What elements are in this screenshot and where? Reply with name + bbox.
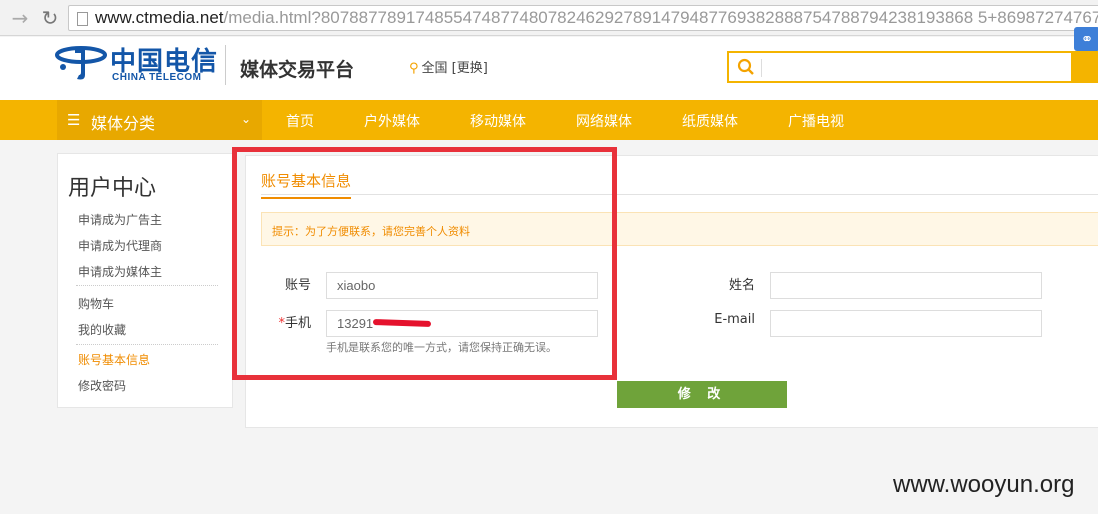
- sidebar-item-account-info[interactable]: 账号基本信息: [78, 351, 150, 368]
- address-bar[interactable]: www.ctmedia.net/media.html?8078877891748…: [68, 5, 1098, 31]
- page-icon: [77, 12, 88, 26]
- logo-divider: [225, 45, 226, 85]
- sidebar-item-favorites[interactable]: 我的收藏: [78, 321, 126, 338]
- sidebar-item-apply-agent[interactable]: 申请成为代理商: [78, 237, 162, 254]
- annotation-highlight-box: [232, 147, 617, 380]
- nav-item-outdoor[interactable]: 户外媒体: [364, 111, 420, 131]
- name-field[interactable]: [770, 272, 1042, 299]
- watermark-text: www.wooyun.org: [893, 471, 1075, 498]
- url-path: /media.html?8078877891748554748774807824…: [223, 8, 1098, 27]
- location-label: 全国 [更换]: [421, 61, 488, 76]
- category-menu-label: 媒体分类: [91, 114, 156, 133]
- platform-title: 媒体交易平台: [240, 59, 355, 81]
- back-arrow-icon[interactable]: →: [8, 6, 32, 30]
- nav-item-mobile[interactable]: 移动媒体: [470, 111, 526, 131]
- logo-english-text: CHINA TELECOM: [112, 72, 202, 83]
- search-separator: [761, 59, 762, 77]
- browser-extension-icon[interactable]: ⚭: [1074, 27, 1098, 51]
- search-icon: [737, 58, 754, 75]
- sidebar-divider: [76, 344, 218, 345]
- url-host: www.ctmedia.net: [95, 8, 224, 27]
- search-box[interactable]: [727, 51, 1098, 83]
- sidebar-item-apply-media-owner[interactable]: 申请成为媒体主: [78, 263, 162, 280]
- nav-item-home[interactable]: 首页: [286, 111, 314, 131]
- nav-item-online[interactable]: 网络媒体: [576, 111, 632, 131]
- browser-toolbar: → ↻ www.ctmedia.net/media.html?807887789…: [0, 0, 1098, 36]
- list-icon: ☰: [67, 111, 81, 129]
- chevron-down-icon: ⌄: [241, 112, 252, 126]
- url-text[interactable]: www.ctmedia.net/media.html?8078877891748…: [95, 8, 1098, 28]
- nav-item-broadcast[interactable]: 广播电视: [788, 111, 844, 131]
- sidebar-item-apply-advertiser[interactable]: 申请成为广告主: [78, 211, 162, 228]
- modify-button[interactable]: 修 改: [617, 381, 787, 408]
- nav-item-print[interactable]: 纸质媒体: [682, 111, 738, 131]
- sidebar-item-cart[interactable]: 购物车: [78, 295, 114, 312]
- site-header: 中国电信 CHINA TELECOM 媒体交易平台 ⚲ 全国 [更换]: [0, 37, 1098, 100]
- sidebar-item-change-password[interactable]: 修改密码: [78, 377, 126, 394]
- email-field[interactable]: [770, 310, 1042, 337]
- sidebar-divider: [76, 285, 218, 286]
- china-telecom-logo-icon: [55, 46, 107, 80]
- email-label: E-mail: [714, 312, 755, 327]
- category-menu[interactable]: ☰ 媒体分类 ⌄: [57, 100, 262, 140]
- search-button[interactable]: [1071, 51, 1098, 83]
- user-center-sidebar: 用户中心 申请成为广告主 申请成为代理商 申请成为媒体主 购物车 我的收藏 账号…: [57, 153, 233, 408]
- location-pin-icon: ⚲: [409, 61, 419, 76]
- name-label: 姓名: [728, 278, 755, 293]
- reload-icon[interactable]: ↻: [38, 6, 62, 30]
- sidebar-title: 用户中心: [68, 176, 157, 201]
- main-nav: ☰ 媒体分类 ⌄ 首页 户外媒体 移动媒体 网络媒体 纸质媒体 广播电视: [0, 100, 1098, 140]
- location-selector[interactable]: ⚲ 全国 [更换]: [409, 57, 488, 76]
